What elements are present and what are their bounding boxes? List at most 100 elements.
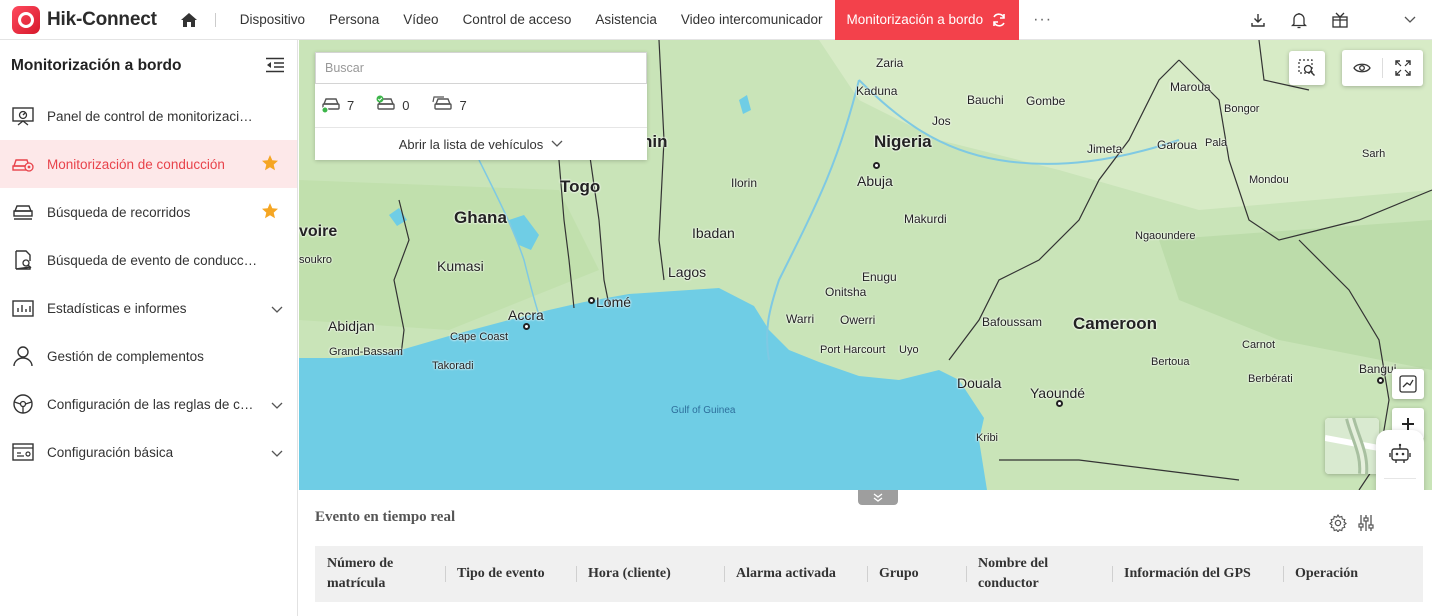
map-label-city: Takoradi [432,360,474,372]
online-vehicles-stat[interactable]: 7 [321,95,354,116]
map-thumbnail-icon [1325,418,1379,474]
map-label-city: Uyo [899,344,919,356]
map-type-thumbnail[interactable] [1325,418,1379,474]
app-logo[interactable]: Hik-Connect [12,0,157,40]
rules-icon [11,392,35,416]
bell-icon[interactable] [1278,0,1319,40]
sidebar-item-monitorizacion[interactable]: Monitorización de conducción [0,140,297,188]
map-layer-button[interactable] [1392,369,1424,399]
map-label-city: Mondou [1249,174,1289,186]
chevron-down-icon[interactable] [271,397,283,413]
vehicle-stats: 7 0 7 [315,84,647,128]
nav-video-intercom[interactable]: Video intercomunicador [669,0,835,40]
sidebar-item-panel[interactable]: Panel de control de monitorización a bor… [0,92,297,140]
map-label-city: Ibadan [692,225,735,241]
chevron-down-icon [551,140,563,147]
basic-config-icon [11,440,35,464]
column-header[interactable]: Número de matrícula [315,546,445,602]
map-label-city: Grand-Bassam [329,346,403,358]
column-header[interactable]: Tipo de evento [445,546,576,602]
column-header[interactable]: Grupo [867,546,966,602]
map-label-country: Togo [560,177,601,196]
map-layer-icon [1399,375,1417,393]
chevron-down-icon[interactable] [271,445,283,461]
home-icon[interactable] [180,11,198,29]
more-icon[interactable]: ··· [1019,11,1066,29]
map-label-city: Kaduna [856,84,898,98]
search-input[interactable]: Buscar [315,52,647,84]
person-icon [11,344,35,368]
favorite-star-icon[interactable] [261,154,279,175]
map-label-city: Zaria [876,56,904,70]
map-label-country: voire [299,223,338,240]
sidebar-item-complementos[interactable]: Gestión de complementos [0,332,297,380]
download-icon[interactable] [1237,0,1278,40]
map-label-city: Abuja [857,173,893,189]
column-header[interactable]: Información del GPS [1112,546,1283,602]
area-search-icon [1298,59,1315,76]
area-search-button[interactable] [1289,51,1325,85]
car-total-icon [431,95,453,116]
active-vehicles-stat[interactable]: 0 [376,95,409,116]
gear-icon[interactable] [1324,514,1352,532]
map-label-sea: Gulf of Guinea [671,405,736,416]
eye-icon[interactable] [1342,50,1382,86]
map-label-city: Lomé [596,294,632,310]
map-label-city: Accra [508,307,544,323]
collapse-panel-button[interactable] [858,490,898,505]
sidebar-item-label: Estadísticas e informes [47,300,187,316]
collapse-sidebar-icon[interactable] [265,57,285,76]
map-label-city: Garoua [1157,138,1198,152]
nav-dispositivo[interactable]: Dispositivo [228,0,317,40]
events-tools [1324,514,1380,532]
map-label-country: Nigeria [874,132,932,151]
fullscreen-icon[interactable] [1383,50,1423,86]
nav-monitorizacion-active[interactable]: Monitorización a bordo [834,0,1020,40]
sidebar-item-reglas[interactable]: Configuración de las reglas de conducció… [0,380,297,428]
map-label-city: Pala [1205,137,1228,149]
column-header[interactable]: Nombre del conductor [966,546,1112,602]
map-label-city: Cape Coast [450,331,509,343]
capital-dot [1377,377,1384,384]
nav-persona[interactable]: Persona [317,0,391,40]
user-menu-chevron-icon[interactable] [1400,0,1420,40]
open-vehicle-list-button[interactable]: Abrir la lista de vehículos [315,128,647,160]
capital-dot [523,323,530,330]
nav-video[interactable]: Vídeo [391,0,450,40]
sidebar-item-config-basica[interactable]: Configuración básica [0,428,297,476]
map-label-city: Warri [786,312,815,326]
map-view[interactable]: Nigeria Ghana Togo Cameroon voire nin Gu… [299,40,1432,490]
map-label-city: Yaoundé [1030,385,1086,401]
map-label-city: Kribi [976,432,999,444]
sidebar-item-estadisticas[interactable]: Estadísticas e informes [0,284,297,332]
nav-control-acceso[interactable]: Control de acceso [451,0,584,40]
column-header[interactable]: Hora (cliente) [576,546,724,602]
nav-asistencia[interactable]: Asistencia [583,0,669,40]
column-header[interactable]: Alarma activada [724,546,867,602]
sidebar-item-evento[interactable]: Búsqueda de evento de conducción [0,236,297,284]
map-label-city: Maroua [1170,80,1211,94]
map-label-city: Ngaoundere [1135,230,1196,242]
driving-monitor-icon [11,152,35,176]
map-view-controls [1342,50,1423,86]
divider [214,12,216,27]
top-icons [1237,0,1420,40]
map-label-city: Makurdi [904,212,947,226]
robot-assistant-icon[interactable] [1376,430,1424,478]
map-label-city: Bertoua [1151,356,1190,368]
column-header[interactable]: Operación [1283,546,1423,602]
total-vehicles-stat[interactable]: 7 [431,95,467,116]
sidebar-item-recorridos[interactable]: Búsqueda de recorridos [0,188,297,236]
favorite-star-icon[interactable] [261,202,279,223]
refresh-icon[interactable] [991,12,1007,28]
sidebar-item-label: Monitorización de conducción [47,156,225,172]
map-label-city: Sarh [1362,148,1386,160]
filter-sliders-icon[interactable] [1352,514,1380,532]
sidebar: Monitorización a bordo Panel de control … [0,40,298,616]
sidebar-item-label: Configuración de las reglas de conducció… [47,396,259,412]
chevron-down-icon[interactable] [271,301,283,317]
map-label-city: Abidjan [328,318,375,334]
map-label-city: Owerri [840,313,876,327]
gift-icon[interactable] [1319,0,1360,40]
capital-dot [588,297,595,304]
